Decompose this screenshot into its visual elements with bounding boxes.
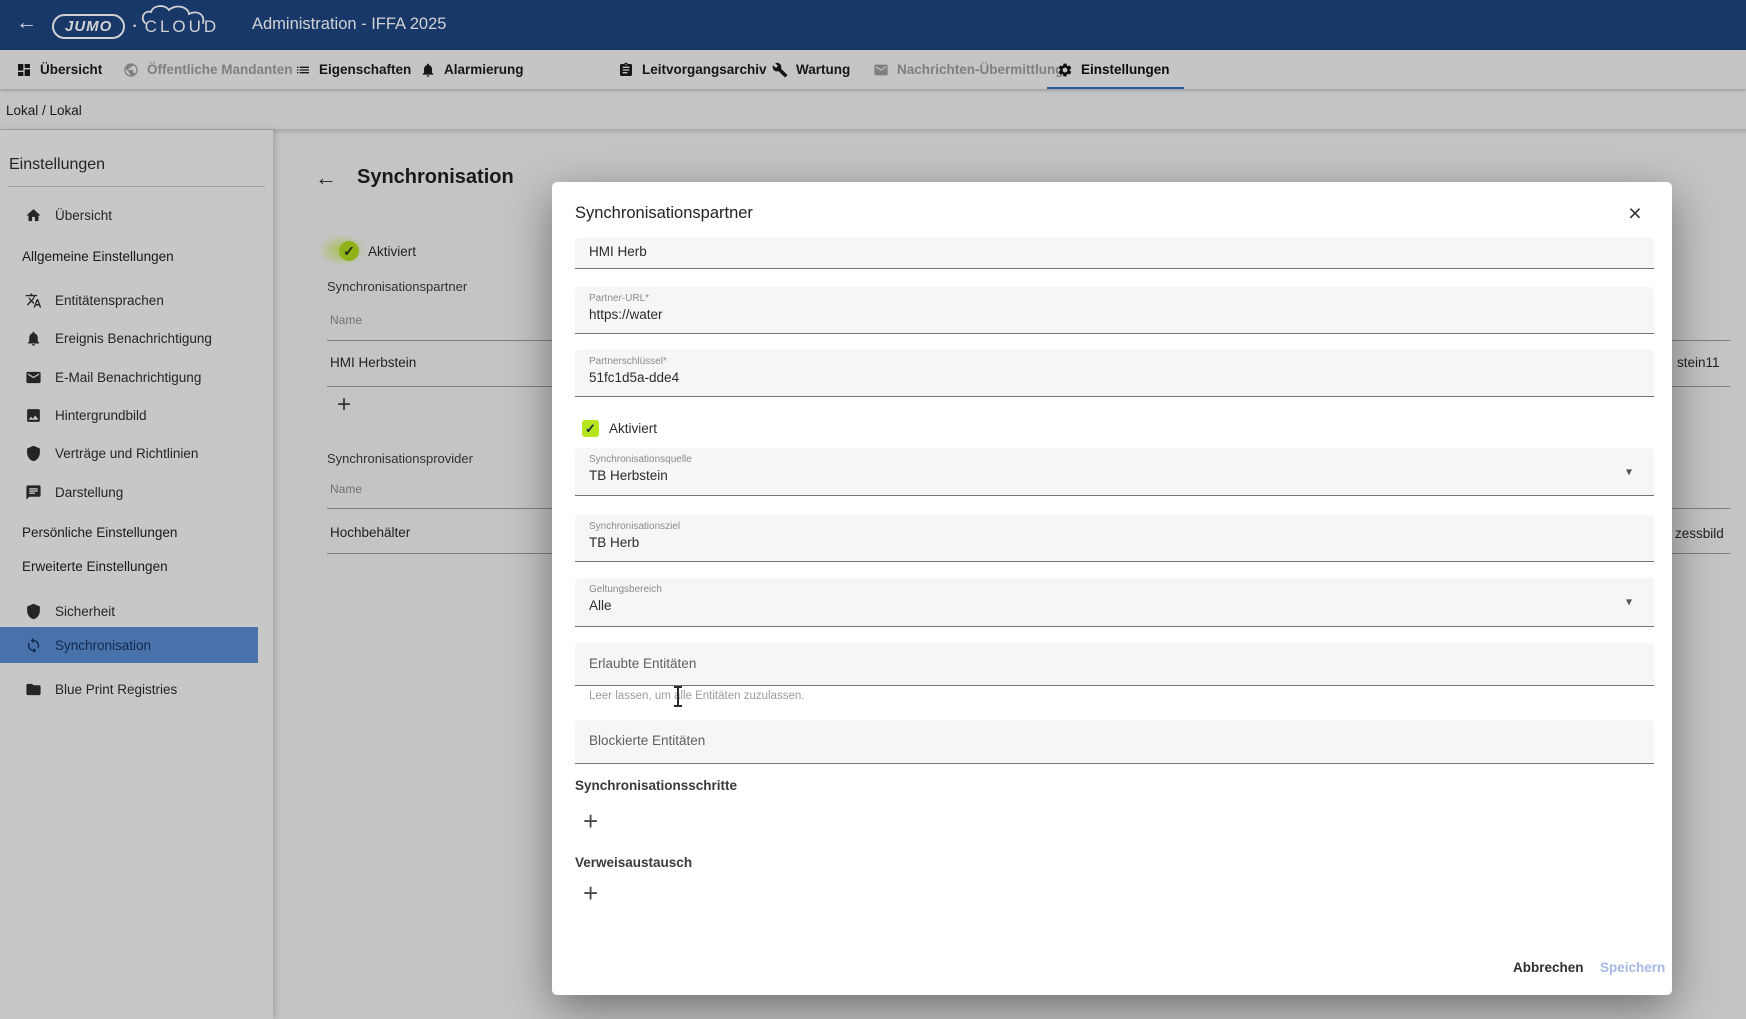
field-value: 51fc1d5a-dde4 (589, 370, 1654, 385)
text-cursor (677, 687, 679, 706)
name-value: HMI Herb (589, 244, 1654, 259)
geltungsbereich-select[interactable]: Geltungsbereich Alle ▾ (575, 578, 1654, 627)
field-value: Alle (589, 598, 1654, 613)
erlaubte-entitaeten-field[interactable]: Erlaubte Entitäten (575, 643, 1654, 686)
field-placeholder: Erlaubte Entitäten (589, 656, 1654, 671)
field-label: Partner-URL* (589, 293, 1654, 304)
chevron-down-icon[interactable]: ▾ (1626, 464, 1632, 478)
aktiviert-checkbox[interactable]: ✓ (582, 420, 599, 437)
field-label: Synchronisationsziel (589, 521, 1654, 532)
add-synchronisationsschritt-button[interactable]: + (583, 806, 598, 837)
synchronisationsquelle-select[interactable]: Synchronisationsquelle TB Herbstein ▾ (575, 448, 1654, 496)
cancel-button[interactable]: Abbrechen (1513, 960, 1584, 975)
erlaubte-entitaeten-hint: Leer lassen, um alle Entitäten zuzulasse… (589, 690, 804, 702)
dialog-title: Synchronisationspartner (575, 204, 753, 223)
synchronisationsschritte-heading: Synchronisationsschritte (575, 778, 737, 793)
field-label: Partnerschlüssel* (589, 356, 1654, 367)
partner-url-field[interactable]: Partner-URL* https://water (575, 287, 1654, 334)
synchronisationspartner-dialog: Synchronisationspartner × HMI Herb Partn… (552, 182, 1672, 995)
field-value: https://water (589, 307, 1654, 322)
name-field[interactable]: HMI Herb (575, 238, 1654, 269)
chevron-down-icon[interactable]: ▾ (1626, 594, 1632, 608)
partnerschluessel-field[interactable]: Partnerschlüssel* 51fc1d5a-dde4 (575, 350, 1654, 397)
field-value: TB Herbstein (589, 468, 1654, 483)
field-label: Geltungsbereich (589, 584, 1654, 595)
aktiviert-label: Aktiviert (609, 421, 657, 436)
add-verweisaustausch-button[interactable]: + (583, 878, 598, 909)
synchronisationsziel-field[interactable]: Synchronisationsziel TB Herb (575, 515, 1654, 562)
save-button[interactable]: Speichern (1600, 960, 1665, 975)
blockierte-entitaeten-field[interactable]: Blockierte Entitäten (575, 720, 1654, 764)
field-label: Synchronisationsquelle (589, 454, 1654, 465)
screen: ← JUMO · CLOUD Administration - IFFA 202… (0, 0, 1746, 1019)
field-value: TB Herb (589, 535, 1654, 550)
close-icon[interactable]: × (1620, 198, 1650, 228)
verweisaustausch-heading: Verweisaustausch (575, 855, 692, 870)
field-placeholder: Blockierte Entitäten (589, 733, 1654, 748)
